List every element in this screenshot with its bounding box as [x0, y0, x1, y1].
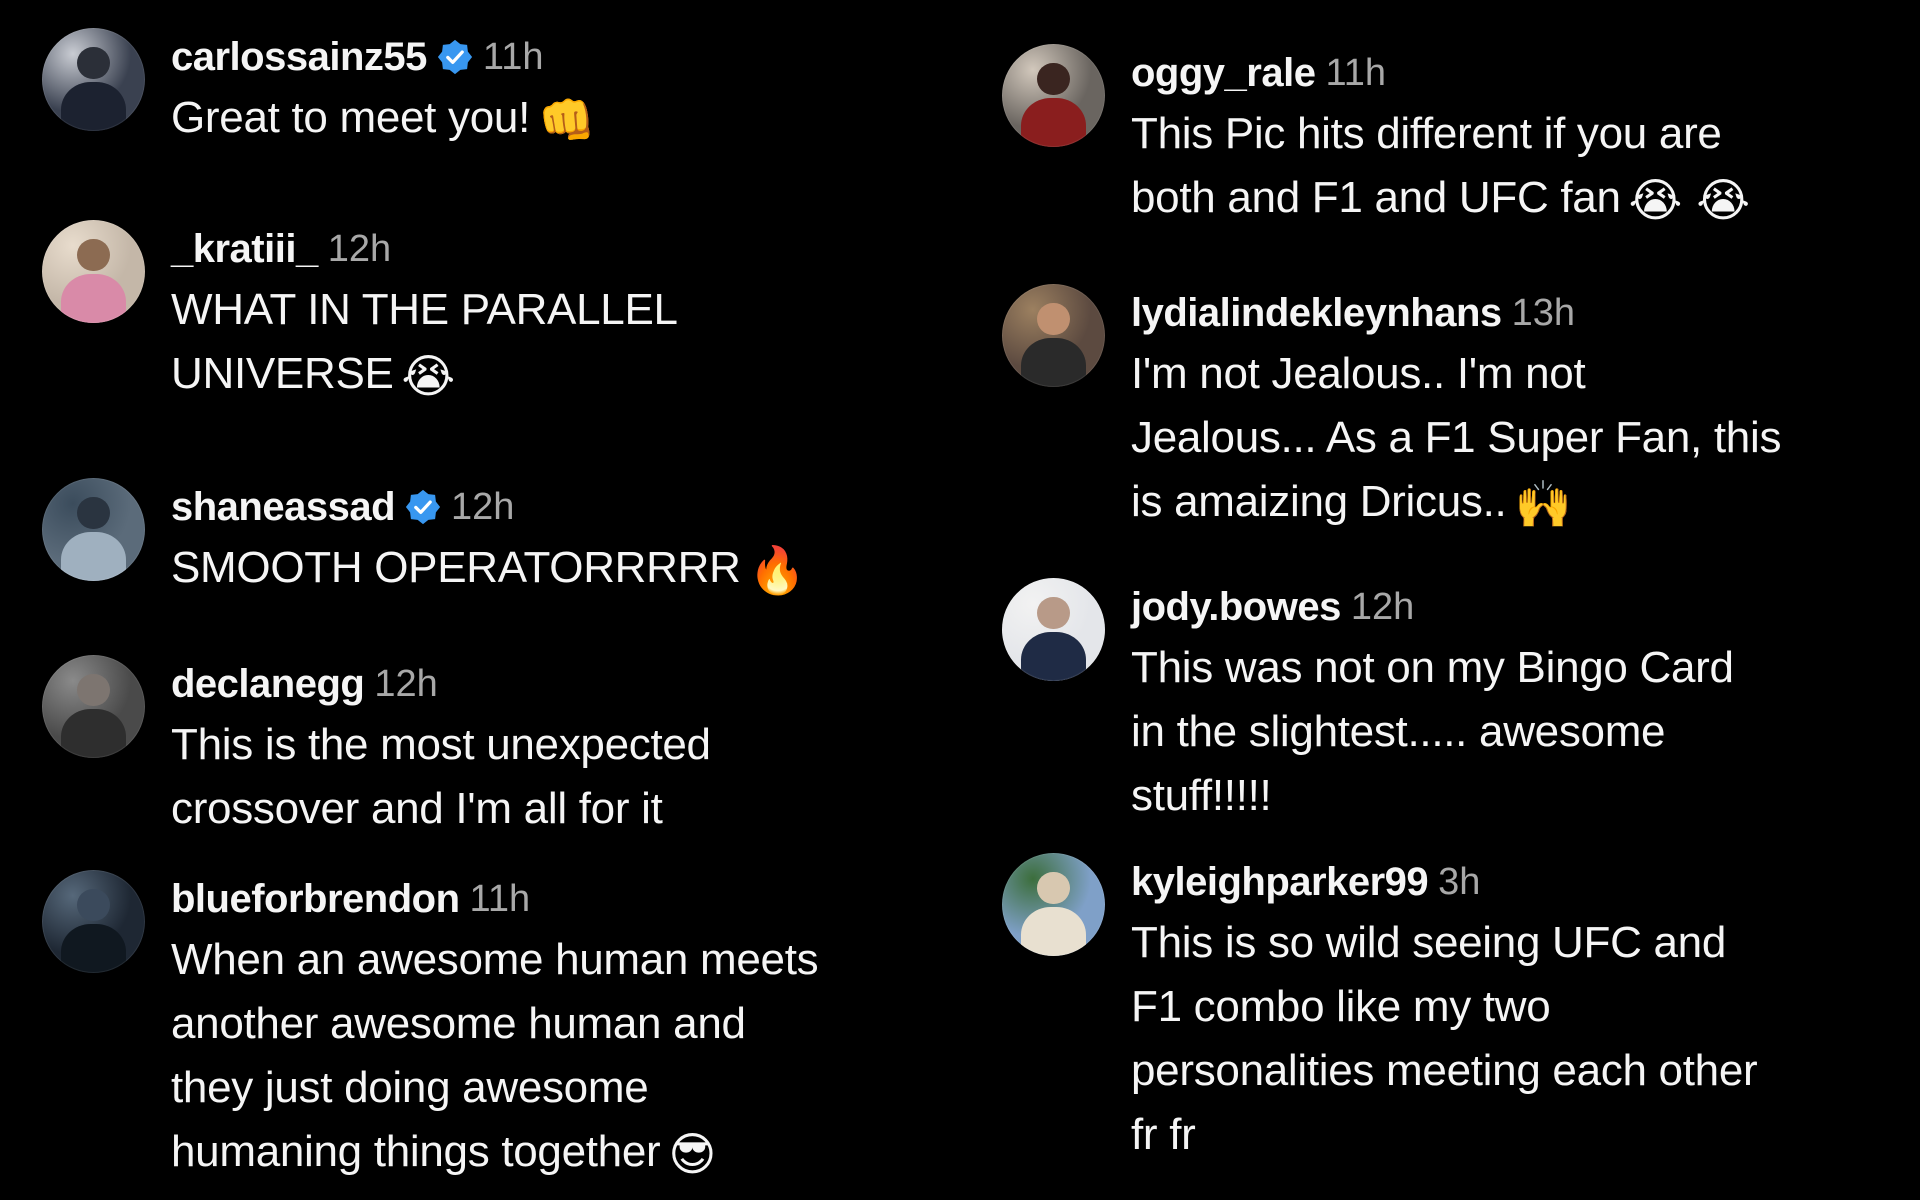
comment-text-last-line: UNIVERSE 😭 — [171, 342, 678, 408]
comment-text-last-line: SMOOTH OPERATORRRRR 🔥 — [171, 536, 806, 602]
raising-hands-emoji: 🙌 — [1514, 477, 1572, 531]
comment-text: This Pic hits different if you are both a… — [1131, 102, 1750, 232]
fire-emoji: 🔥 — [748, 543, 806, 597]
sunglasses-emoji: 😎 — [668, 1127, 717, 1181]
comment-text-line: This is the most unexpected — [171, 720, 711, 769]
comment-body: _kratiii_ 12h WHAT IN THE PARALLEL UNIVERSE… — [171, 220, 678, 408]
comment-text-last-line: is amaizing Dricus.. 🙌 — [1131, 470, 1781, 536]
comment-text-last-line: both and F1 and UFC fan 😭 😭 — [1131, 166, 1750, 232]
comment-text-line: When an awesome human meets — [171, 935, 819, 984]
comment-timestamp[interactable]: 12h — [1351, 586, 1414, 629]
comment-timestamp[interactable]: 3h — [1438, 861, 1480, 904]
comment-text-last-line: Great to meet you! 👊 — [171, 86, 595, 152]
comment-text: WHAT IN THE PARALLEL UNIVERSE 😭 — [171, 278, 678, 408]
username-link[interactable]: shaneassad — [171, 485, 396, 530]
fist-bump-emoji: 👊 — [538, 93, 595, 147]
comment-text-line: personalities meeting each other — [1131, 1046, 1758, 1095]
comment-text-line: they just doing awesome — [171, 1063, 649, 1112]
comment-item: shaneassad 12h SMOOTH OPERATORRRRR 🔥 — [42, 478, 806, 602]
comment-timestamp[interactable]: 13h — [1512, 292, 1575, 335]
comment-text-line: in the slightest..... awesome — [1131, 707, 1666, 756]
comment-timestamp[interactable]: 12h — [374, 663, 437, 706]
comment-text-line: I'm not Jealous.. I'm not — [1131, 349, 1586, 398]
comment-body: lydialindekleynhans 13h I'm not Jealous.. … — [1131, 284, 1781, 536]
username-link[interactable]: _kratiii_ — [171, 227, 318, 272]
comment-text-line: SMOOTH OPERATORRRRR — [171, 543, 741, 592]
username-link[interactable]: kyleighparker99 — [1131, 860, 1429, 905]
comment-text: Great to meet you! 👊 — [171, 86, 595, 152]
comment-meta: shaneassad 12h — [171, 478, 806, 536]
comment-text-line: UNIVERSE — [171, 349, 394, 398]
comment-meta: _kratiii_ 12h — [171, 220, 678, 278]
verified-badge-icon — [405, 489, 441, 525]
username-link[interactable]: carlossainz55 — [171, 35, 427, 80]
comment-text-line: another awesome human and — [171, 999, 746, 1048]
comment-text: This is the most unexpected crossover and… — [171, 713, 711, 841]
avatar[interactable] — [42, 870, 145, 973]
comment-timestamp[interactable]: 12h — [328, 228, 391, 271]
comment-meta: declanegg 12h — [171, 655, 711, 713]
comment-meta: carlossainz55 11h — [171, 28, 595, 86]
comment-body: declanegg 12h This is the most unexpected c… — [171, 655, 711, 841]
comment-body: shaneassad 12h SMOOTH OPERATORRRRR 🔥 — [171, 478, 806, 602]
avatar[interactable] — [42, 220, 145, 323]
comment-timestamp[interactable]: 12h — [451, 486, 514, 529]
comment-text-line: is amaizing Dricus.. — [1131, 477, 1507, 526]
comment-text-line: fr fr — [1131, 1110, 1196, 1159]
comment-meta: kyleighparker99 3h — [1131, 853, 1757, 911]
avatar[interactable] — [42, 28, 145, 131]
comment-item: declanegg 12h This is the most unexpected c… — [42, 655, 711, 841]
comment-item: oggy_rale 11h This Pic hits different if y… — [1002, 44, 1750, 232]
comment-text-line: both and F1 and UFC fan — [1131, 173, 1621, 222]
avatar[interactable] — [1002, 578, 1105, 681]
comment-item: lydialindekleynhans 13h I'm not Jealous.. … — [1002, 284, 1781, 536]
username-link[interactable]: declanegg — [171, 662, 365, 707]
comment-text-line: This was not on my Bingo Card — [1131, 643, 1734, 692]
comment-text: I'm not Jealous.. I'm not Jealous... As a… — [1131, 342, 1781, 536]
username-link[interactable]: oggy_rale — [1131, 51, 1316, 96]
username-link[interactable]: lydialindekleynhans — [1131, 291, 1502, 336]
comment-text-line: Great to meet you! — [171, 93, 530, 142]
comment-timestamp[interactable]: 11h — [470, 878, 531, 921]
avatar[interactable] — [42, 478, 145, 581]
comment-body: kyleighparker99 3h This is so wild seeing … — [1131, 853, 1758, 1167]
avatar[interactable] — [1002, 44, 1105, 147]
comment-text-line: This is so wild seeing UFC and — [1131, 918, 1727, 967]
comment-meta: lydialindekleynhans 13h — [1131, 284, 1781, 342]
comment-text: SMOOTH OPERATORRRRR 🔥 — [171, 536, 806, 602]
comment-meta: jody.bowes 12h — [1131, 578, 1734, 636]
comment-text-line: This Pic hits different if you are — [1131, 109, 1722, 158]
comment-text: When an awesome human meets another aweso… — [171, 928, 819, 1186]
comment-text-line: F1 combo like my two — [1131, 982, 1551, 1031]
loudly-crying-emoji: 😭 😭 — [1628, 173, 1751, 227]
comment-text-line: WHAT IN THE PARALLEL — [171, 285, 678, 334]
username-link[interactable]: blueforbrendon — [171, 877, 460, 922]
comment-item: blueforbrendon 11h When an awesome human m… — [42, 870, 819, 1186]
verified-badge-icon — [437, 39, 472, 75]
comment-body: blueforbrendon 11h When an awesome human m… — [171, 870, 819, 1186]
avatar[interactable] — [42, 655, 145, 758]
comment-text-last-line: humaning things together 😎 — [171, 1120, 818, 1186]
comment-text-line: stuff!!!!! — [1131, 771, 1272, 820]
comment-timestamp[interactable]: 11h — [483, 36, 544, 79]
username-link[interactable]: jody.bowes — [1131, 585, 1341, 630]
comment-body: carlossainz55 11h Great to meet you! 👊 — [171, 28, 595, 152]
avatar[interactable] — [1002, 284, 1105, 387]
comment-item: carlossainz55 11h Great to meet you! 👊 — [42, 28, 595, 152]
comment-meta: oggy_rale 11h — [1131, 44, 1750, 102]
avatar[interactable] — [1002, 853, 1105, 956]
comment-text: This was not on my Bingo Card in the slig… — [1131, 636, 1734, 828]
loudly-crying-emoji: 😭 — [401, 349, 456, 403]
comment-body: jody.bowes 12h This was not on my Bingo Ca… — [1131, 578, 1734, 828]
comment-body: oggy_rale 11h This Pic hits different if y… — [1131, 44, 1750, 232]
comment-item: jody.bowes 12h This was not on my Bingo Ca… — [1002, 578, 1734, 828]
comment-text-line: humaning things together — [171, 1127, 661, 1176]
comment-item: kyleighparker99 3h This is so wild seeing … — [1002, 853, 1758, 1167]
comment-meta: blueforbrendon 11h — [171, 870, 818, 928]
comment-text-line: crossover and I'm all for it — [171, 784, 663, 833]
comment-text-line: Jealous... As a F1 Super Fan, this — [1131, 413, 1782, 462]
comment-timestamp[interactable]: 11h — [1325, 52, 1386, 95]
comment-item: _kratiii_ 12h WHAT IN THE PARALLEL UNIVERSE… — [42, 220, 678, 408]
comment-text: This is so wild seeing UFC and F1 combo l… — [1131, 911, 1758, 1167]
